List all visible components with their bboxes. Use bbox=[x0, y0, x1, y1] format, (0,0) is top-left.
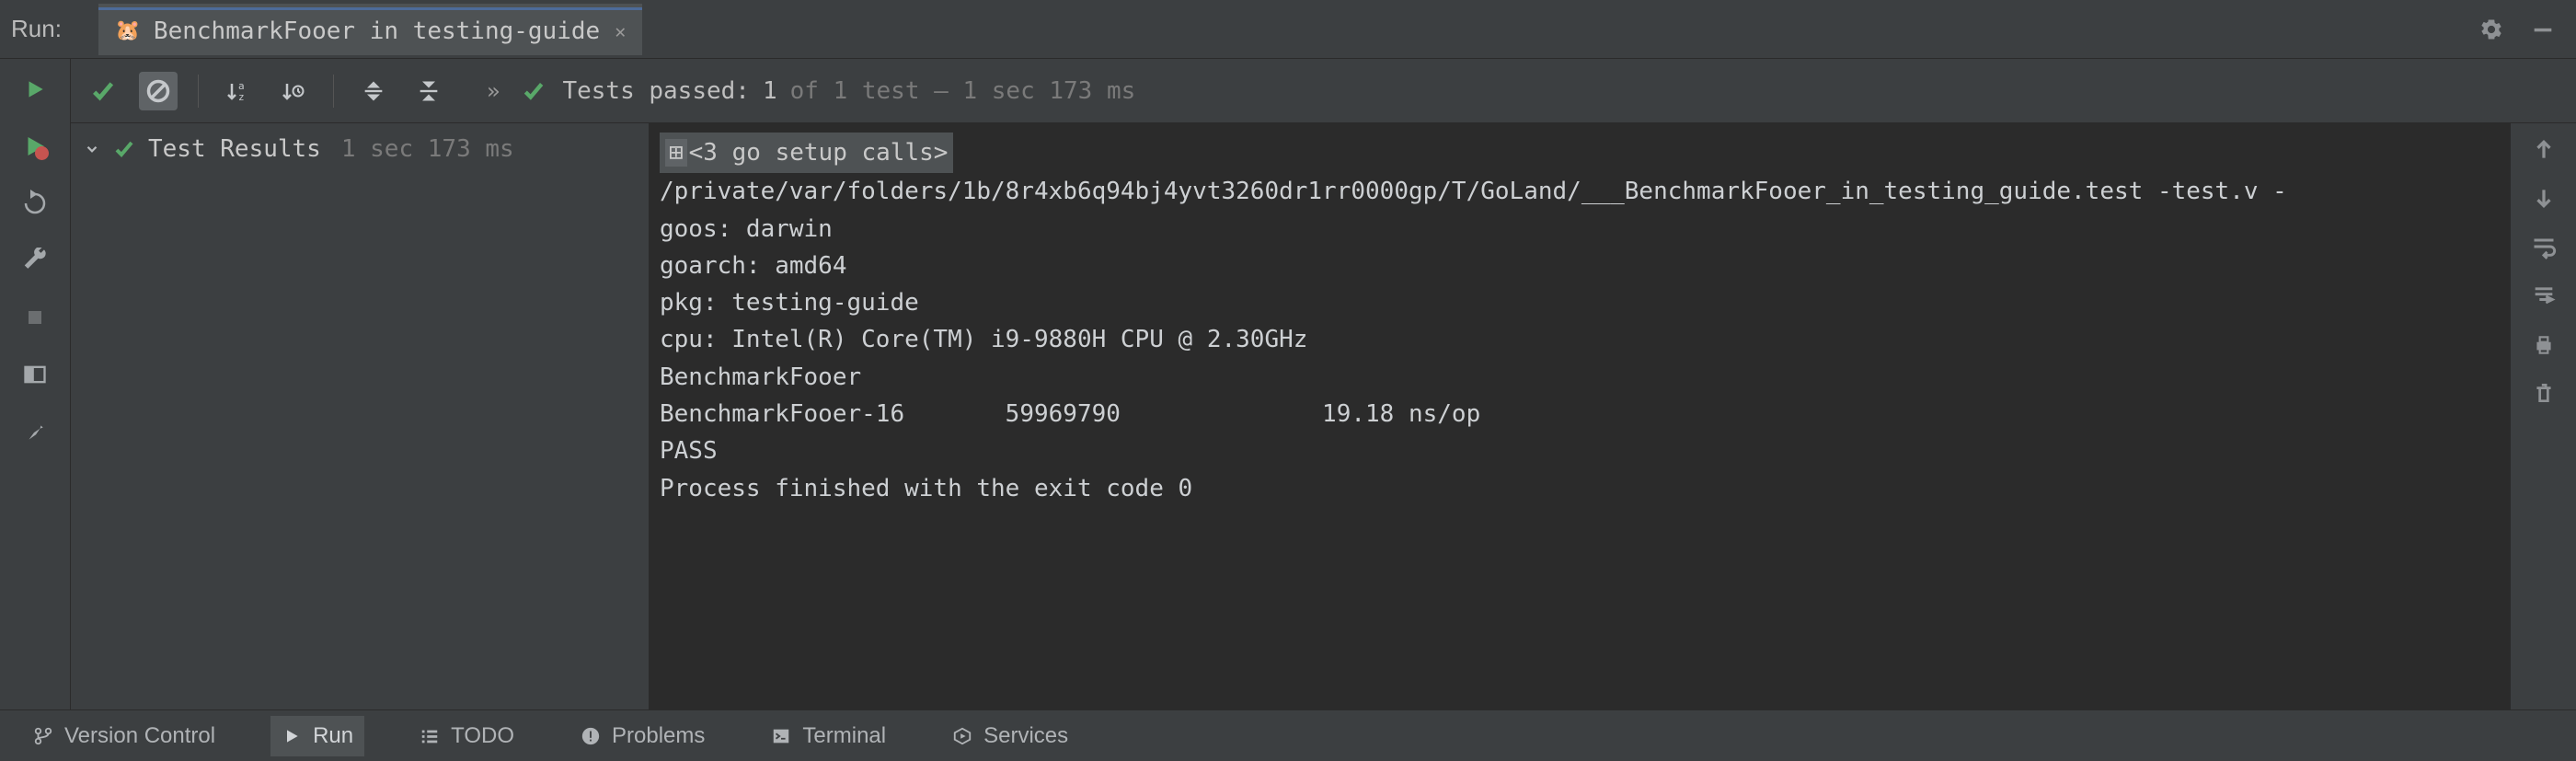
version-control-tab[interactable]: Version Control bbox=[22, 716, 226, 756]
close-icon[interactable]: ✕ bbox=[615, 20, 626, 42]
rerun-failed-button[interactable] bbox=[17, 129, 52, 164]
services-tab[interactable]: Services bbox=[941, 716, 1079, 756]
branch-icon bbox=[33, 726, 53, 746]
expand-all-button[interactable] bbox=[354, 72, 393, 110]
trash-icon[interactable] bbox=[2532, 381, 2556, 405]
run-tab[interactable]: Run bbox=[270, 716, 364, 756]
chevrons: » bbox=[487, 78, 500, 104]
tests-passed-count: 1 bbox=[763, 77, 777, 105]
run-label: Run bbox=[313, 723, 353, 749]
chevron-down-icon[interactable] bbox=[84, 141, 100, 157]
scroll-to-end-icon[interactable] bbox=[2531, 283, 2557, 309]
services-icon bbox=[952, 726, 972, 746]
left-tool-rail bbox=[0, 59, 70, 709]
problems-label: Problems bbox=[612, 723, 705, 749]
version-control-label: Version Control bbox=[64, 723, 215, 749]
stop-button[interactable] bbox=[17, 300, 52, 335]
console-line: pkg: testing-guide bbox=[660, 284, 2491, 321]
console-line: BenchmarkFooer bbox=[660, 359, 2491, 396]
problems-tab[interactable]: Problems bbox=[569, 716, 716, 756]
list-icon bbox=[420, 726, 440, 746]
show-passed-button[interactable] bbox=[84, 72, 122, 110]
test-tree-root-label: Test Results bbox=[148, 135, 321, 163]
status-text: Tests passed: 1 of 1 test – 1 sec 173 ms bbox=[562, 77, 1135, 105]
console-line: PASS bbox=[660, 432, 2491, 469]
layout-icon[interactable] bbox=[17, 357, 52, 392]
test-toolbar: az » Tests passed: 1 bbox=[71, 59, 2576, 123]
console-line: /private/var/folders/1b/8r4xb6q94bj4yvt3… bbox=[660, 173, 2491, 210]
down-arrow-icon[interactable] bbox=[2532, 186, 2556, 210]
terminal-icon bbox=[771, 726, 791, 746]
status-check-icon bbox=[522, 79, 546, 103]
test-tree: Test Results 1 sec 173 ms bbox=[71, 123, 649, 709]
tests-total-info: of 1 test – 1 sec 173 ms bbox=[790, 77, 1136, 105]
console-output[interactable]: ⊞<3 go setup calls> /private/var/folders… bbox=[649, 123, 2510, 709]
separator bbox=[198, 75, 199, 108]
console-line: goos: darwin bbox=[660, 211, 2491, 248]
bottom-toolbar: Version Control Run TODO Problems Termin… bbox=[0, 709, 2576, 761]
print-icon[interactable] bbox=[2532, 333, 2556, 357]
sort-alpha-button[interactable]: az bbox=[219, 72, 258, 110]
run-label: Run: bbox=[11, 15, 62, 43]
topbar: Run: 🐹 BenchmarkFooer in testing-guide ✕ bbox=[0, 0, 2576, 59]
todo-tab[interactable]: TODO bbox=[408, 716, 525, 756]
console-line: Process finished with the exit code 0 bbox=[660, 470, 2491, 507]
test-tree-check-icon bbox=[113, 138, 135, 160]
test-results-root[interactable]: Test Results 1 sec 173 ms bbox=[71, 123, 649, 175]
pin-icon[interactable] bbox=[17, 414, 52, 449]
todo-label: TODO bbox=[451, 723, 514, 749]
right-tool-rail bbox=[2510, 123, 2576, 709]
separator bbox=[333, 75, 334, 108]
terminal-label: Terminal bbox=[802, 723, 886, 749]
services-label: Services bbox=[983, 723, 1068, 749]
show-ignored-button[interactable] bbox=[139, 72, 178, 110]
setup-calls-label: <3 go setup calls> bbox=[689, 139, 949, 167]
gear-icon[interactable] bbox=[2478, 17, 2504, 42]
rerun-button[interactable] bbox=[17, 72, 52, 107]
panel-body: Test Results 1 sec 173 ms ⊞<3 go setup c… bbox=[71, 123, 2576, 709]
warning-icon bbox=[581, 726, 601, 746]
tests-passed-label: Tests passed: bbox=[562, 77, 750, 105]
tab-title: BenchmarkFooer in testing-guide bbox=[154, 17, 600, 45]
console-line: cpu: Intel(R) Core(TM) i9-9880H CPU @ 2.… bbox=[660, 321, 2491, 358]
toggle-auto-test-button[interactable] bbox=[17, 186, 52, 221]
sort-duration-button[interactable] bbox=[274, 72, 313, 110]
console-line: BenchmarkFooer-16 59969790 19.18 ns/op bbox=[660, 396, 2491, 432]
svg-text:z: z bbox=[238, 91, 245, 103]
minimize-icon[interactable] bbox=[2530, 17, 2556, 42]
terminal-tab[interactable]: Terminal bbox=[760, 716, 897, 756]
wrench-icon[interactable] bbox=[17, 243, 52, 278]
test-tree-root-time: 1 sec 173 ms bbox=[341, 135, 514, 163]
soft-wrap-icon[interactable] bbox=[2531, 234, 2557, 259]
setup-calls-fold[interactable]: ⊞<3 go setup calls> bbox=[660, 133, 953, 173]
up-arrow-icon[interactable] bbox=[2532, 138, 2556, 162]
run-config-tab[interactable]: 🐹 BenchmarkFooer in testing-guide ✕ bbox=[98, 4, 642, 55]
console-line: goarch: amd64 bbox=[660, 248, 2491, 284]
main-area: az » Tests passed: 1 bbox=[0, 59, 2576, 709]
play-icon bbox=[282, 726, 302, 746]
test-panel: az » Tests passed: 1 bbox=[70, 59, 2576, 709]
collapse-all-button[interactable] bbox=[409, 72, 448, 110]
go-icon: 🐹 bbox=[115, 18, 141, 44]
